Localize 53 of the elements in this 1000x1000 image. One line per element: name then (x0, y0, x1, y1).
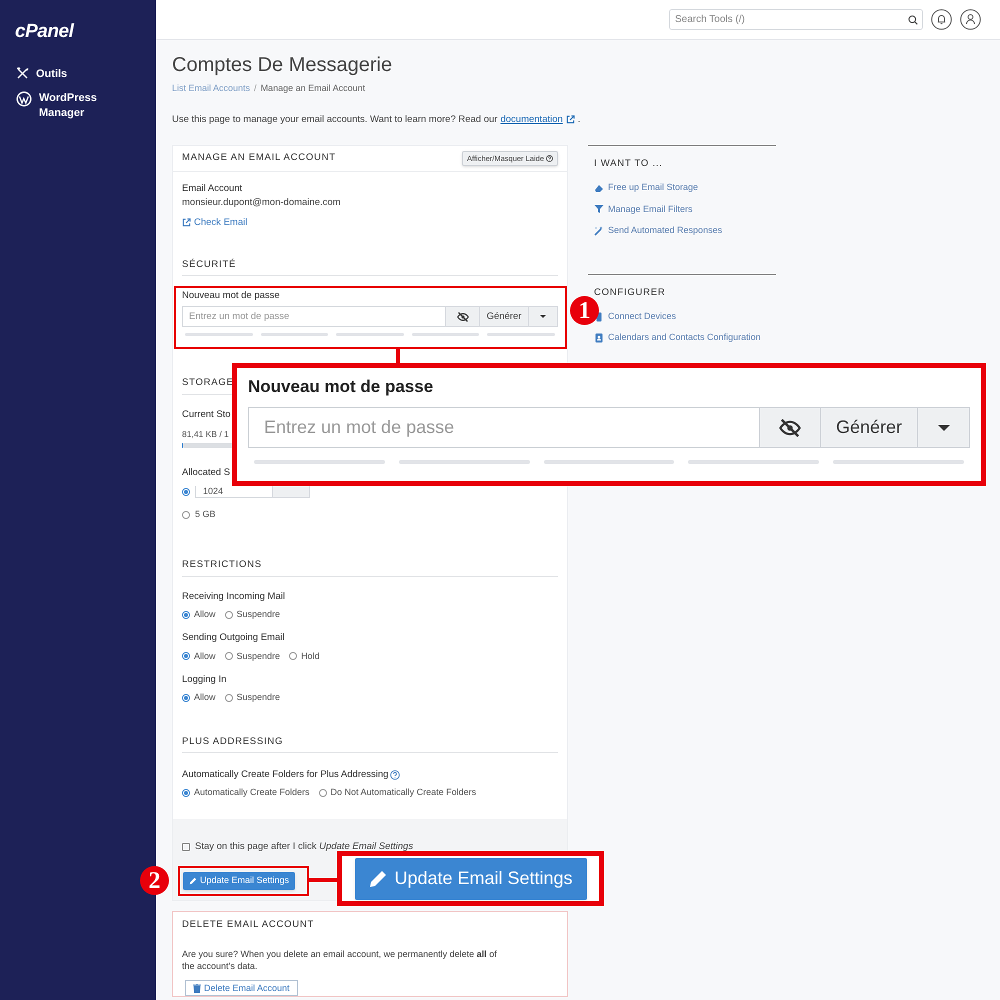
radio-label: Suspendre (236, 650, 280, 663)
storage-usage: 81,41 KB / 1 (182, 428, 229, 440)
radio-label: Allow (194, 608, 216, 621)
generate-button[interactable]: Générer (820, 407, 918, 448)
breadcrumb-current: Manage an Email Account (260, 82, 366, 95)
breadcrumb-separator: / (254, 82, 257, 95)
callout-number: 1 (570, 296, 599, 325)
side-link[interactable]: Manage Email Filters (594, 202, 693, 216)
section-heading: SÉCURITÉ (182, 258, 558, 276)
update-settings-button[interactable]: Update Email Settings (183, 872, 296, 890)
check-email-link[interactable]: Check Email (182, 216, 248, 230)
description-period: . (578, 112, 580, 126)
field-label: Automatically Create Folders for Plus Addressing (182, 768, 388, 782)
page-title: Comptes De Messagerie (172, 53, 392, 78)
field-label: Receiving Incoming Mail (182, 590, 285, 604)
side-link[interactable]: Send Automated Responses (594, 224, 722, 238)
description-text: Use this page to manage your email accounts. Want to learn more? Read our (172, 112, 498, 126)
field-label: Email Account (182, 182, 242, 196)
documentation-link[interactable]: documentation (500, 112, 563, 127)
radio-label: Hold (301, 650, 320, 662)
field-label: Nouveau mot de passe (182, 289, 280, 302)
radio-label: 5 GB (195, 508, 216, 521)
side-link[interactable]: Free up Email Storage (594, 181, 698, 194)
radio-label: Suspendre (236, 691, 280, 704)
side-link[interactable]: Calendars and Contacts Configuration (594, 331, 761, 345)
section-heading: PLUS ADDRESSING (182, 734, 558, 753)
delete-account-button[interactable]: Delete Email Account (185, 980, 298, 996)
warning-text: Are you sure? When you delete an email account, we permanently delete all of the account’s data. (182, 948, 498, 972)
generate-button[interactable]: Générer (479, 306, 529, 328)
field-label: Sending Outgoing Email (182, 631, 284, 646)
radio-label: Automatically Create Folders (194, 786, 310, 800)
sidebar-item[interactable]: WordPress Manager (14, 90, 142, 120)
sidebar-item[interactable]: Outils (14, 66, 142, 82)
panel-heading: I WANT TO ... (594, 156, 663, 171)
radio-label: Suspendre (236, 608, 280, 621)
radio-label: Do Not Automatically Create Folders (330, 786, 476, 800)
logo[interactable]: cPanel (15, 18, 74, 46)
checkbox-label: Stay on this page after I click Update Email Settings (195, 840, 414, 854)
password-field[interactable]: Entrez un mot de passe (182, 306, 446, 328)
callout-number: 2 (140, 866, 169, 895)
section-heading: RESTRICTIONS (182, 558, 558, 576)
field-label: Current Sto (182, 408, 231, 422)
radio-label: Allow (194, 650, 216, 662)
quota-field[interactable]: 1024 (195, 486, 273, 498)
card-heading: DELETE EMAIL ACCOUNT (182, 918, 314, 932)
password-field[interactable]: Entrez un mot de passe (248, 407, 760, 448)
radio-label: Allow (194, 691, 216, 704)
email-address: monsieur.dupont@mon-domaine.com (182, 196, 341, 210)
update-settings-button[interactable]: Update Email Settings (354, 858, 586, 900)
field-label: Allocated S (182, 466, 230, 480)
breadcrumb-link[interactable]: List Email Accounts (172, 82, 250, 96)
card-heading: MANAGE AN EMAIL ACCOUNT (182, 151, 336, 166)
field-label: Logging In (182, 673, 226, 687)
